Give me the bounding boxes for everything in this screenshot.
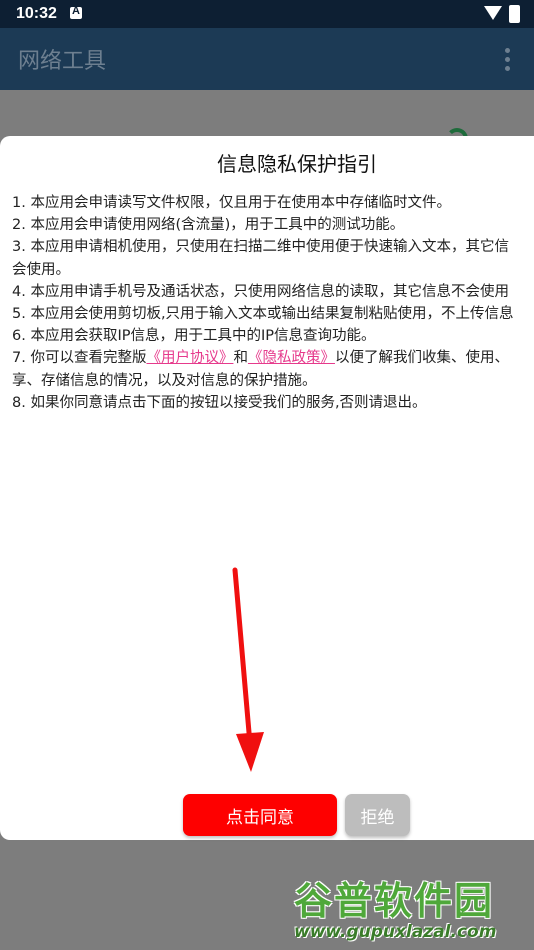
privacy-item-3-cont: 会使用。 [12, 261, 70, 278]
wifi-icon [484, 6, 502, 20]
privacy-item-6: 6. 本应用会获取IP信息，用于工具中的IP信息查询功能。 [12, 328, 376, 345]
dialog-body: 1. 本应用会申请读写文件权限，仅且用于在使用本中存储临时文件。 2. 本应用会… [12, 192, 534, 414]
status-time: 10:32 [16, 5, 57, 22]
privacy-item-4: 4. 本应用申请手机号及通话状态，只使用网络信息的读取，其它信息不会使用 [12, 283, 509, 300]
user-agreement-link[interactable]: 《用户协议》 [146, 350, 233, 366]
battery-icon [509, 5, 520, 23]
reject-button[interactable]: 拒绝 [345, 794, 410, 836]
dialog-title: 信息隐私保护指引 [217, 152, 377, 176]
privacy-item-1: 1. 本应用会申请读写文件权限，仅且用于在使用本中存储临时文件。 [12, 195, 451, 211]
red-arrow-annotation [232, 567, 264, 772]
privacy-item-7: 7. 你可以查看完整版《用户协议》和《隐私政策》以便了解我们收集、使用、 [12, 347, 534, 369]
item7-prefix: 7. 你可以查看完整版 [12, 350, 147, 367]
privacy-item-5: 5. 本应用会使用剪切板,只用于输入文本或输出结果复制粘贴使用，不上传信息 [12, 306, 514, 323]
item7-suffix: 以便了解我们收集、使用、 [334, 350, 509, 367]
watermark-url: www.gupuxlazal.com [294, 922, 497, 942]
privacy-item-8: 8. 如果你同意请点击下面的按钮以接受我们的服务,否则请退出。 [12, 394, 427, 411]
privacy-item-2: 2. 本应用会申请使用网络(含流量)，用于工具中的测试功能。 [12, 217, 405, 234]
status-bar: 10:32 [0, 0, 534, 28]
privacy-item-7-cont: 享、存储信息的情况，以及对信息的保护措施。 [12, 372, 317, 389]
more-vertical-icon[interactable] [505, 48, 511, 72]
privacy-policy-link[interactable]: 《隐私政策》 [248, 350, 335, 366]
watermark-name: 谷普软件园 [294, 879, 495, 923]
watermark: 谷普软件园 www.gupuxlazal.com [288, 866, 534, 950]
app-bar: 网络工具 [0, 28, 534, 90]
app-title: 网络工具 [18, 49, 107, 74]
item7-and: 和 [233, 350, 248, 367]
agree-button[interactable]: 点击同意 [183, 794, 337, 836]
notification-icon [70, 5, 82, 19]
privacy-item-3: 3. 本应用申请相机使用，只使用在扫描二维中使用便于快速输入文本，其它信 [12, 239, 509, 256]
